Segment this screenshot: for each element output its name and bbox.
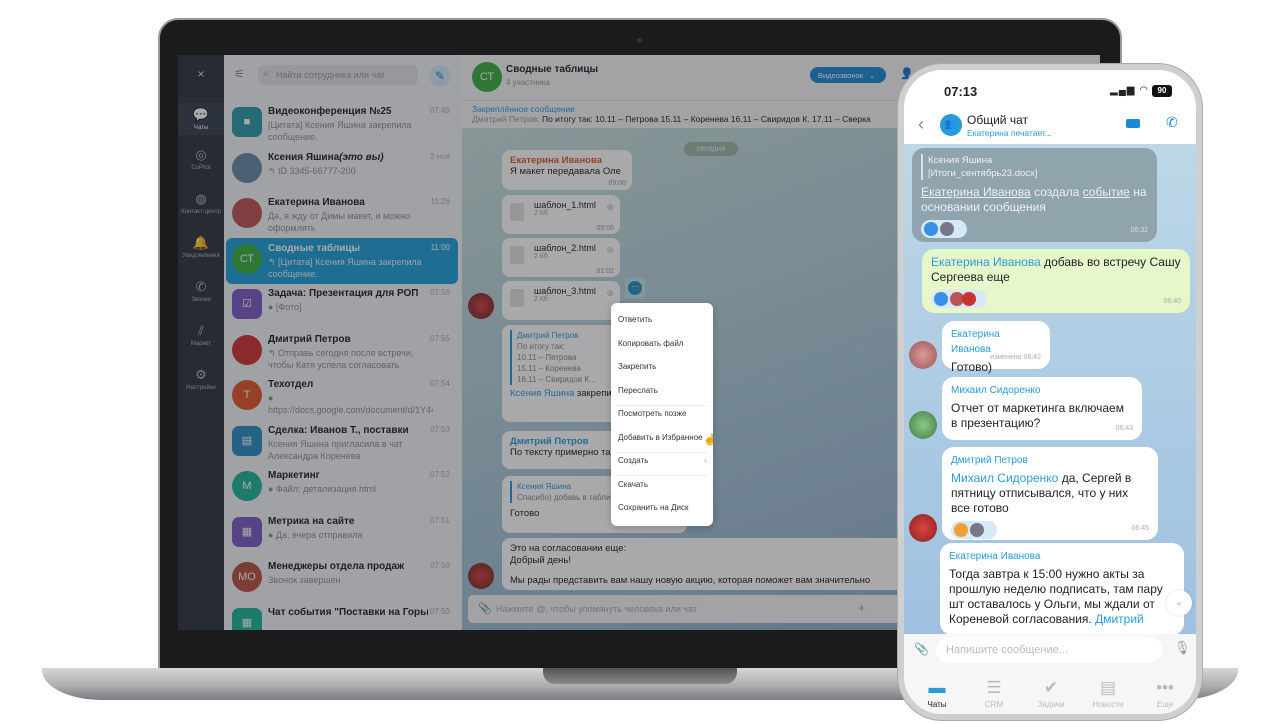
message-time: 06:40 [1163, 298, 1181, 305]
message-bubble[interactable]: Дмитрий Петров Михаил Сидоренко да, Серг… [942, 447, 1158, 540]
message-bubble[interactable]: Екатерина Иванова Готово) изменено 06:42 [942, 321, 1050, 374]
menu-divider [616, 404, 708, 406]
menu-divider [616, 475, 708, 476]
event-notice-bubble[interactable]: Ксения Яшина [Итоги_сентябрь23.docx] Ека… [912, 148, 1157, 242]
message-text: Отчет от маркетинга включаем в презентац… [951, 401, 1124, 430]
menu-divider [616, 451, 708, 453]
menu-item-label: Ответить [618, 315, 653, 324]
menu-item-label: Копировать файл [618, 338, 684, 348]
typing-indicator: Екатерина печатает... [967, 128, 1052, 138]
reaction-avatar [940, 222, 954, 236]
menu-item-label: Посмотреть позже [618, 409, 687, 418]
phone-message-input[interactable]: Напишите сообщение... [936, 637, 1162, 663]
reactions[interactable] [921, 220, 967, 238]
message-time: 06:45 [1131, 525, 1149, 532]
chevron-right-icon: › [704, 456, 707, 465]
mention-link[interactable]: Михаил Сидоренко [951, 471, 1058, 485]
message-author: Екатерина Иванова [949, 551, 1041, 562]
context-menu: Ответить Копировать файл Закрепить Переслат… [611, 303, 717, 526]
attach-icon[interactable]: 📎 [914, 642, 929, 656]
laptop-notch [543, 668, 737, 684]
message-bubble[interactable]: Михаил Сидоренко Отчет от маркетинга вкл… [942, 377, 1142, 440]
battery-indicator: 90 [1152, 85, 1172, 97]
tab-label: Чаты [927, 700, 947, 709]
webcam [637, 38, 642, 43]
call-icon[interactable]: ✆ [1166, 114, 1178, 131]
reactions[interactable] [951, 521, 997, 539]
menu-item[interactable]: Создать › [618, 456, 707, 465]
quote-text: [Итоги_сентябрь23.docx] [928, 168, 1038, 179]
group-chat-icon: 👥 [940, 114, 962, 136]
menu-item-label: Создать [618, 456, 649, 465]
menu-item[interactable]: Копировать файл [618, 339, 683, 348]
signal-wifi-icon: ▂▄▆ ◠ [1110, 85, 1149, 96]
phone-screen: 07:13 ▂▄▆ ◠ 90 ‹ 👥 Общий чат Екатерина п… [904, 70, 1196, 714]
user-avatar[interactable] [909, 411, 937, 439]
menu-item-label: Сохранить на Диск [618, 503, 689, 512]
edited-label: изменено [990, 354, 1022, 361]
tab-label: Задачи [1037, 700, 1065, 709]
mention-link[interactable]: Екатерина Иванова [921, 185, 1031, 199]
quote-author: Ксения Яшина [928, 155, 993, 166]
tab-label: CRM [984, 700, 1004, 709]
menu-item[interactable]: Добавить в Избранное [618, 433, 703, 442]
menu-item-label: Добавить в Избранное [618, 432, 703, 442]
chat-bubble-icon: ▬ [928, 678, 946, 697]
menu-item-label: Переслать [618, 385, 658, 395]
menu-item[interactable]: Закрепить [618, 362, 656, 371]
microphone-icon[interactable]: 🎙 [1174, 640, 1191, 656]
menu-item-label: Скачать [618, 479, 648, 489]
user-avatar[interactable] [909, 341, 937, 369]
menu-item[interactable]: Ответить [618, 315, 652, 324]
more-icon: ••• [1156, 678, 1174, 697]
menu-item[interactable]: Переслать [618, 386, 658, 395]
message-time: 06:32 [1130, 227, 1148, 234]
back-icon[interactable]: ‹ [918, 114, 924, 135]
status-time: 07:13 [944, 84, 978, 99]
tab-1[interactable]: ☰ CRM [965, 678, 1023, 709]
like-icon [924, 222, 938, 236]
funnel-icon: ☰ [986, 678, 1002, 697]
phone: 07:13 ▂▄▆ ◠ 90 ‹ 👥 Общий чат Екатерина п… [898, 64, 1202, 720]
scroll-down-button[interactable]: ⌄ [1166, 590, 1192, 616]
tab-label: Новости [1092, 700, 1124, 709]
video-call-icon[interactable] [1126, 119, 1140, 128]
user-avatar[interactable] [909, 514, 937, 542]
tab-label: Еще [1156, 700, 1174, 709]
phone-chat-title[interactable]: Общий чат [967, 113, 1028, 127]
phone-messages: Ксения Яшина [Итоги_сентябрь23.docx] Ека… [904, 144, 1196, 634]
menu-item[interactable]: Посмотреть позже [618, 409, 686, 418]
tab-4[interactable]: ••• Еще [1136, 678, 1194, 709]
message-text: создала [1030, 185, 1083, 199]
tab-0[interactable]: ▬ Чаты [908, 678, 966, 709]
message-author: Дмитрий Петров [951, 455, 1028, 466]
menu-item[interactable]: Сохранить на Диск [618, 503, 688, 512]
news-icon: ▤ [1099, 678, 1117, 697]
message-author: Михаил Сидоренко [951, 385, 1041, 396]
own-message-bubble[interactable]: Екатерина Иванова добавь во встречу Сашу… [922, 249, 1190, 313]
message-time: 06:42 [1023, 354, 1041, 361]
menu-item[interactable]: Скачать [618, 480, 648, 489]
message-time: 06:43 [1115, 425, 1133, 432]
tab-2[interactable]: ✔ Задачи [1022, 678, 1080, 709]
cursor-hand-icon: ☝ [703, 434, 717, 446]
tab-3[interactable]: ▤ Новости [1079, 678, 1137, 709]
reactions[interactable] [931, 290, 987, 308]
mention-link[interactable]: Екатерина Иванова [931, 255, 1041, 269]
menu-item-label: Закрепить [618, 362, 657, 371]
message-bubble[interactable]: Екатерина Иванова Тогда завтра к 15:00 н… [940, 543, 1184, 634]
check-circle-icon: ✔ [1043, 678, 1059, 697]
event-link[interactable]: событие [1083, 185, 1130, 199]
mention-link[interactable]: Дмитрий [1095, 612, 1144, 626]
